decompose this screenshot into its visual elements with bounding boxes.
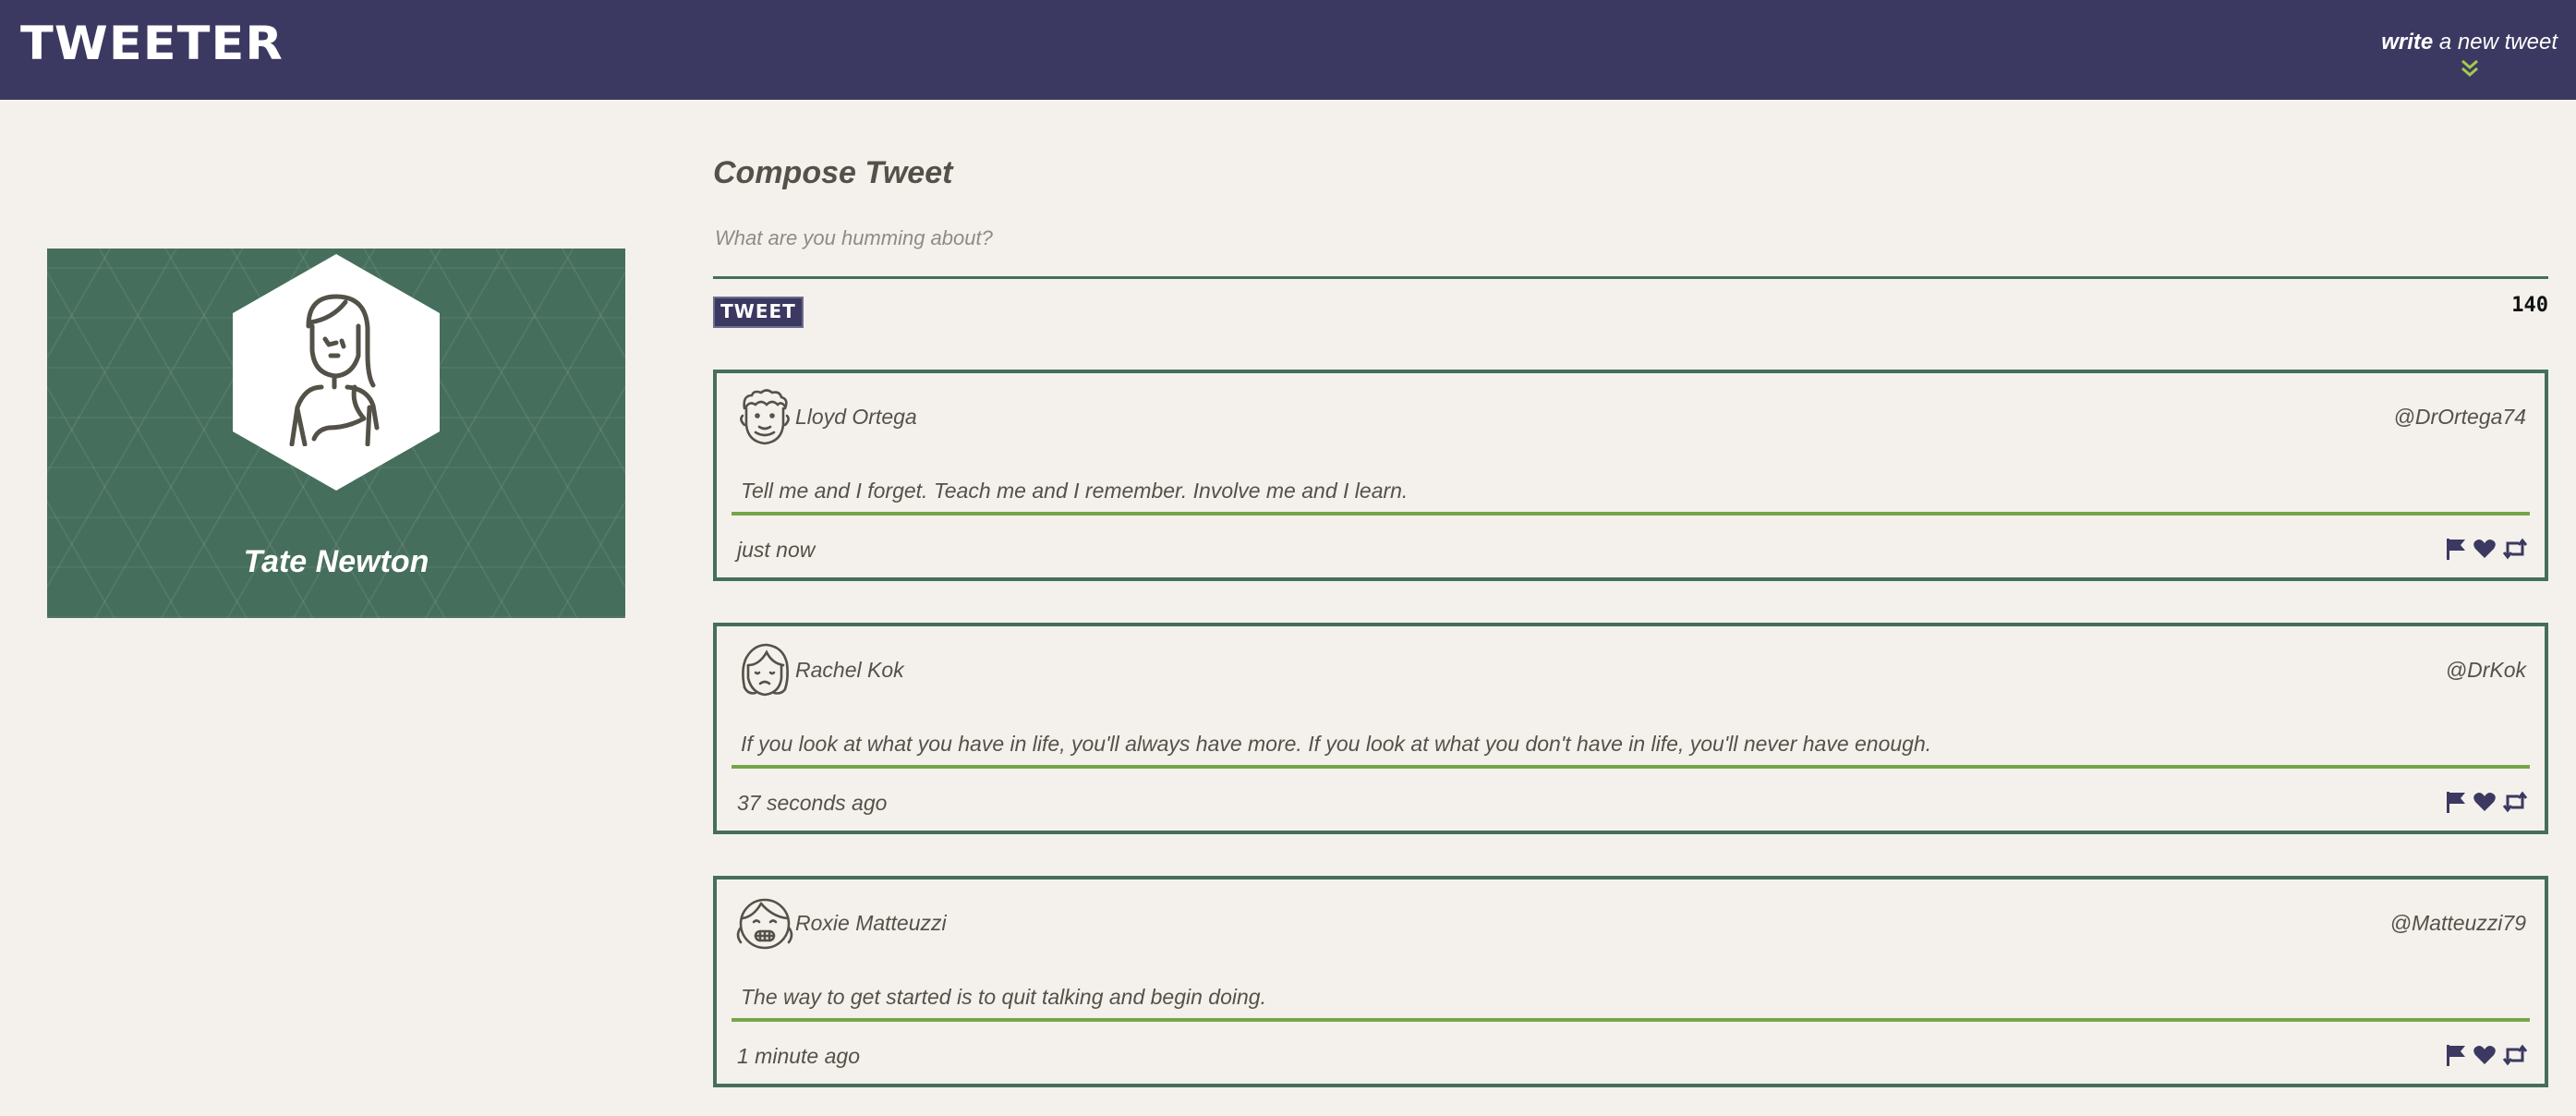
compose-title: Compose Tweet: [713, 155, 953, 190]
tweet-text: Tell me and I forget. Teach me and I rem…: [741, 479, 1409, 503]
heart-icon[interactable]: [2473, 1044, 2497, 1071]
character-counter: 140: [2511, 294, 2548, 317]
tweet-submit-button[interactable]: TWEET: [713, 297, 804, 328]
flag-icon[interactable]: [2445, 1043, 2467, 1072]
tweet-card: Rachel Kok @DrKok If you look at what yo…: [713, 623, 2548, 834]
avatar-hexagon: [233, 254, 440, 491]
compose-tweet-input[interactable]: [713, 220, 2548, 279]
tweet-actions: [2445, 1044, 2528, 1070]
write-rest-label: a new tweet: [2433, 30, 2558, 55]
retweet-icon[interactable]: [2502, 1044, 2528, 1071]
tweet-divider: [732, 765, 2530, 769]
tweet-author-name: Roxie Matteuzzi: [795, 911, 947, 935]
tweet-author-handle[interactable]: @Matteuzzi79: [2390, 911, 2526, 936]
double-chevron-down-icon: [2461, 59, 2478, 77]
tweet-text: If you look at what you have in life, yo…: [741, 732, 1932, 756]
tweet-timestamp: 1 minute ago: [737, 1044, 860, 1068]
tweet-text: The way to get started is to quit talkin…: [741, 985, 1266, 1009]
tweet-divider: [732, 1018, 2530, 1022]
profile-card: Tate Newton: [47, 249, 625, 618]
top-nav: TWEETER write a new tweet: [0, 0, 2576, 100]
write-label: write: [2381, 30, 2434, 55]
tweet-author-name: Lloyd Ortega: [795, 405, 917, 429]
tweet-actions: [2445, 538, 2528, 564]
tweet-author-handle[interactable]: @DrKok: [2446, 658, 2526, 683]
tweet-avatar-icon: [742, 643, 789, 697]
tweet-author-name: Rachel Kok: [795, 658, 904, 682]
flag-icon[interactable]: [2445, 790, 2467, 819]
retweet-icon[interactable]: [2502, 538, 2528, 564]
flag-icon[interactable]: [2445, 537, 2467, 565]
tweet-timestamp: 37 seconds ago: [737, 791, 888, 815]
tweet-avatar-icon: [740, 389, 790, 445]
tweet-card: Roxie Matteuzzi @Matteuzzi79 The way to …: [713, 876, 2548, 1087]
tweet-divider: [732, 512, 2530, 516]
write-new-tweet-button[interactable]: write a new tweet: [2381, 30, 2558, 78]
heart-icon[interactable]: [2473, 538, 2497, 564]
tweet-card: Lloyd Ortega @DrOrtega74 Tell me and I f…: [713, 370, 2548, 581]
tweet-timestamp: just now: [737, 538, 816, 562]
brand-logo[interactable]: TWEETER: [20, 17, 284, 70]
profile-name: Tate Newton: [243, 544, 429, 579]
heart-icon[interactable]: [2473, 791, 2497, 818]
retweet-icon[interactable]: [2502, 791, 2528, 818]
user-avatar-icon: [289, 294, 380, 446]
tweet-avatar-icon: [736, 898, 793, 950]
tweet-actions: [2445, 791, 2528, 817]
tweet-author-handle[interactable]: @DrOrtega74: [2393, 405, 2526, 430]
